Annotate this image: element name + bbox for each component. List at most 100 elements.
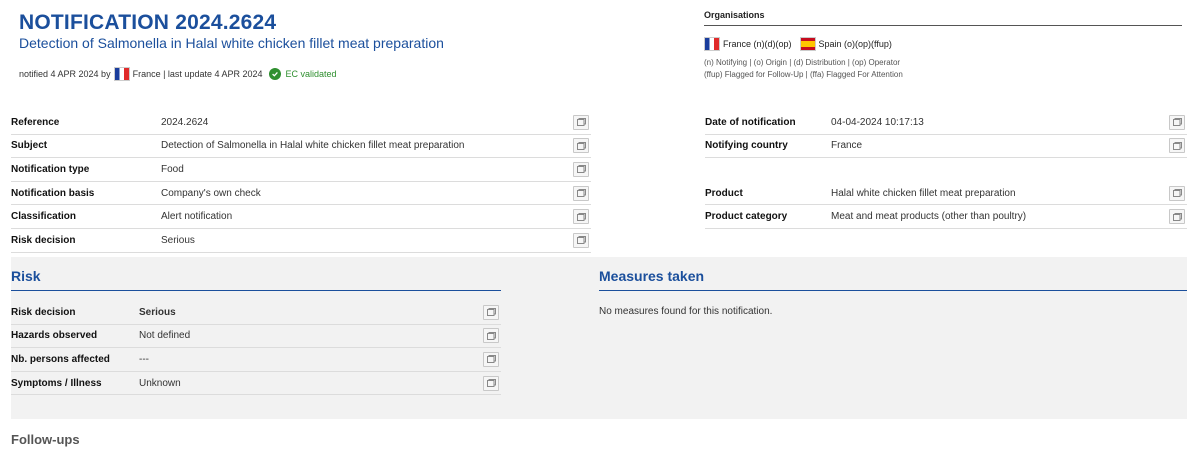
copy-button[interactable]	[573, 185, 589, 201]
copy-button[interactable]	[483, 351, 499, 367]
page-subtitle: Detection of Salmonella in Halal white c…	[19, 35, 444, 51]
risk-section-title: Risk	[11, 268, 41, 284]
copy-icon	[1172, 118, 1182, 127]
detail-value: Halal white chicken fillet meat preparat…	[831, 187, 1016, 199]
detail-row-notification-basis: Notification basis Company's own check	[11, 182, 591, 206]
copy-icon	[486, 355, 496, 364]
notified-prefix: notified 4 APR 2024 by	[19, 69, 111, 79]
risk-section-rule	[11, 290, 501, 291]
copy-button[interactable]	[1169, 138, 1185, 154]
risk-label: Risk decision	[11, 306, 76, 318]
detail-label: Product	[705, 187, 743, 199]
detail-label: Notifying country	[705, 140, 788, 152]
measures-section-rule	[599, 290, 1187, 291]
copy-button[interactable]	[573, 114, 589, 130]
flag-france-icon	[113, 67, 130, 81]
risk-value: Unknown	[139, 377, 181, 389]
risk-value-serious: Serious	[139, 306, 176, 318]
copy-icon	[486, 379, 496, 388]
copy-button[interactable]	[1169, 209, 1185, 225]
copy-button[interactable]	[573, 138, 589, 154]
notified-country: France | last update 4 APR 2024	[132, 69, 263, 79]
detail-value: Company's own check	[161, 187, 261, 199]
detail-label: Classification	[11, 211, 77, 223]
organisation-label: Spain (o)(op)(ffup)	[818, 39, 892, 49]
flag-spain-icon	[799, 37, 816, 51]
organisation-france[interactable]: France (n)(d)(op)	[704, 37, 792, 51]
copy-icon	[486, 308, 496, 317]
copy-icon	[1172, 189, 1182, 198]
risk-row-risk-decision: Risk decision Serious	[11, 301, 501, 325]
flag-france-icon	[704, 37, 720, 51]
details-right: Date of notification 04-04-2024 10:17:13…	[705, 111, 1187, 229]
organisation-label: France (n)(d)(op)	[723, 39, 792, 49]
organisation-spain[interactable]: Spain (o)(op)(ffup)	[799, 37, 892, 51]
detail-label: Subject	[11, 140, 48, 152]
risk-value: ---	[139, 353, 149, 365]
copy-button[interactable]	[1169, 114, 1185, 130]
detail-row-spacer	[705, 158, 1187, 182]
detail-row-notification-type: Notification type Food	[11, 158, 591, 182]
copy-button[interactable]	[573, 209, 589, 225]
detail-label: Notification basis	[11, 187, 95, 199]
risk-label: Hazards observed	[11, 330, 98, 342]
detail-value: Meat and meat products (other than poult…	[831, 211, 1027, 223]
detail-value: France	[831, 140, 863, 152]
detail-value: Alert notification	[161, 211, 233, 223]
copy-icon	[576, 141, 586, 150]
detail-value: Serious	[161, 234, 195, 246]
risk-row-hazards-observed: Hazards observed Not defined	[11, 325, 501, 349]
detail-row-product-category: Product category Meat and meat products …	[705, 205, 1187, 229]
risk-value: Not defined	[139, 330, 191, 342]
organisations-title: Organisations	[704, 10, 1182, 26]
risk-table: Risk decision Serious Hazards observed N…	[11, 301, 501, 396]
legend-line: (ffup) Flagged for Follow-Up | (ffa) Fla…	[704, 70, 903, 79]
risk-row-symptoms-illness: Symptoms / Illness Unknown	[11, 372, 501, 396]
measures-empty-text: No measures found for this notification.	[599, 306, 773, 317]
detail-label: Notification type	[11, 163, 90, 175]
copy-icon	[1172, 212, 1182, 221]
page-title: NOTIFICATION 2024.2624	[19, 11, 277, 34]
legend-line: (n) Notifying | (o) Origin | (d) Distrib…	[704, 58, 901, 67]
organisations-legend: (n) Notifying | (o) Origin | (d) Distrib…	[704, 57, 1182, 81]
detail-label: Product category	[705, 211, 788, 223]
detail-row-classification: Classification Alert notification	[11, 205, 591, 229]
copy-button[interactable]	[1169, 185, 1185, 201]
copy-button[interactable]	[483, 375, 499, 391]
detail-value: Food	[161, 163, 184, 175]
copy-button[interactable]	[573, 232, 589, 248]
notification-meta: notified 4 APR 2024 by France | last upd…	[19, 67, 337, 81]
detail-value: Detection of Salmonella in Halal white c…	[161, 140, 465, 152]
detail-row-date-of-notification: Date of notification 04-04-2024 10:17:13	[705, 111, 1187, 135]
copy-icon	[576, 165, 586, 174]
risk-label: Nb. persons affected	[11, 353, 110, 365]
copy-button[interactable]	[483, 328, 499, 344]
detail-row-notifying-country: Notifying country France	[705, 135, 1187, 159]
detail-row-product: Product Halal white chicken fillet meat …	[705, 182, 1187, 206]
detail-row-reference: Reference 2024.2624	[11, 111, 591, 135]
detail-value: 2024.2624	[161, 116, 209, 128]
copy-icon	[486, 331, 496, 340]
detail-value: 04-04-2024 10:17:13	[831, 116, 924, 128]
check-circle-icon	[268, 68, 281, 80]
detail-row-risk-decision: Risk decision Serious	[11, 229, 591, 253]
copy-icon	[576, 212, 586, 221]
detail-label: Risk decision	[11, 234, 76, 246]
ec-validated-status: EC validated	[285, 69, 337, 79]
copy-button[interactable]	[573, 161, 589, 177]
detail-row-subject: Subject Detection of Salmonella in Halal…	[11, 135, 591, 159]
detail-label: Reference	[11, 116, 60, 128]
followups-section-title: Follow-ups	[11, 432, 80, 447]
copy-icon	[576, 118, 586, 127]
copy-icon	[576, 189, 586, 198]
risk-label: Symptoms / Illness	[11, 377, 102, 389]
copy-icon	[576, 236, 586, 245]
organisations-list: France (n)(d)(op) Spain (o)(op)(ffup)	[704, 37, 1182, 51]
risk-row-persons-affected: Nb. persons affected ---	[11, 348, 501, 372]
measures-section-title: Measures taken	[599, 268, 705, 284]
organisations-panel: Organisations France (n)(d)(op) Spain (o…	[704, 10, 1182, 81]
copy-icon	[1172, 141, 1182, 150]
detail-label: Date of notification	[705, 116, 796, 128]
details-left: Reference 2024.2624 Subject Detection of…	[11, 111, 591, 253]
copy-button[interactable]	[483, 304, 499, 320]
